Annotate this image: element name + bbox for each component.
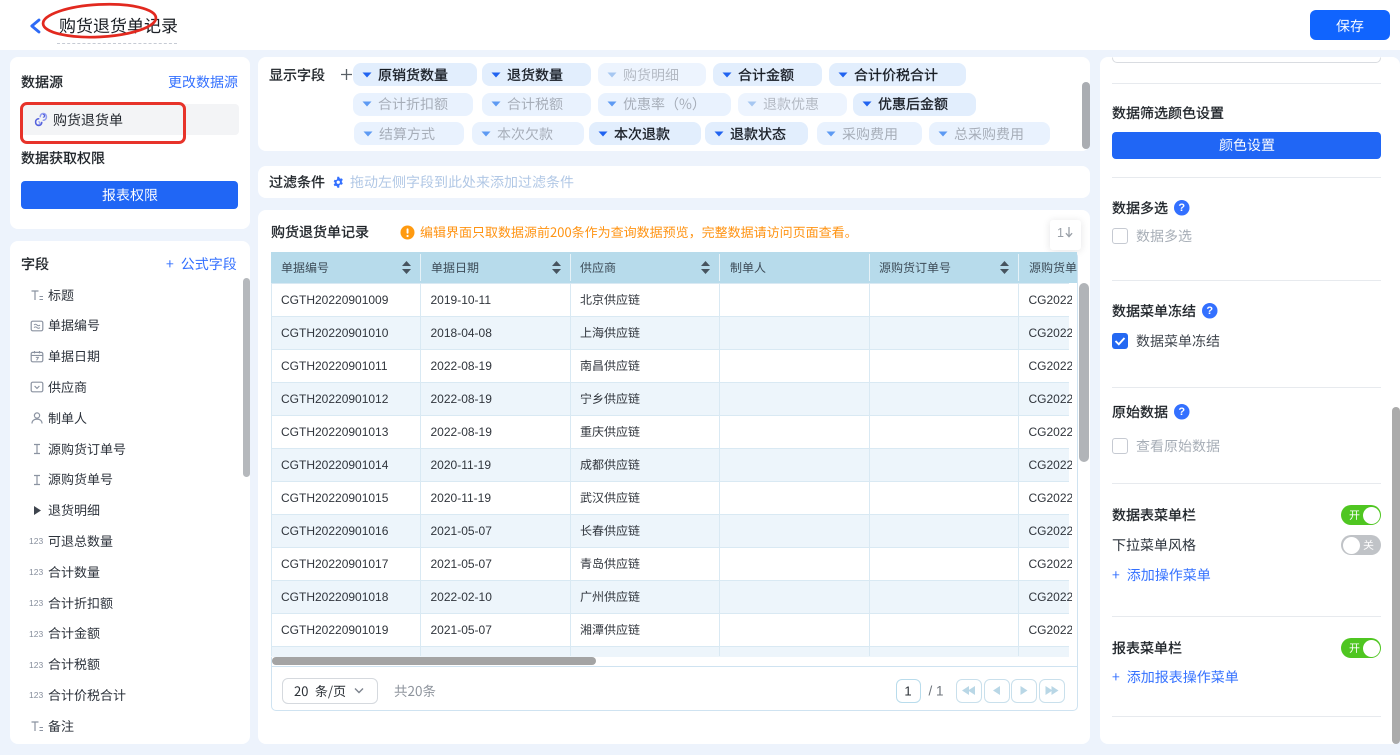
svg-text:?: ? xyxy=(1206,305,1213,317)
svg-text:?: ? xyxy=(1178,406,1185,418)
svg-text:?: ? xyxy=(1178,202,1185,214)
